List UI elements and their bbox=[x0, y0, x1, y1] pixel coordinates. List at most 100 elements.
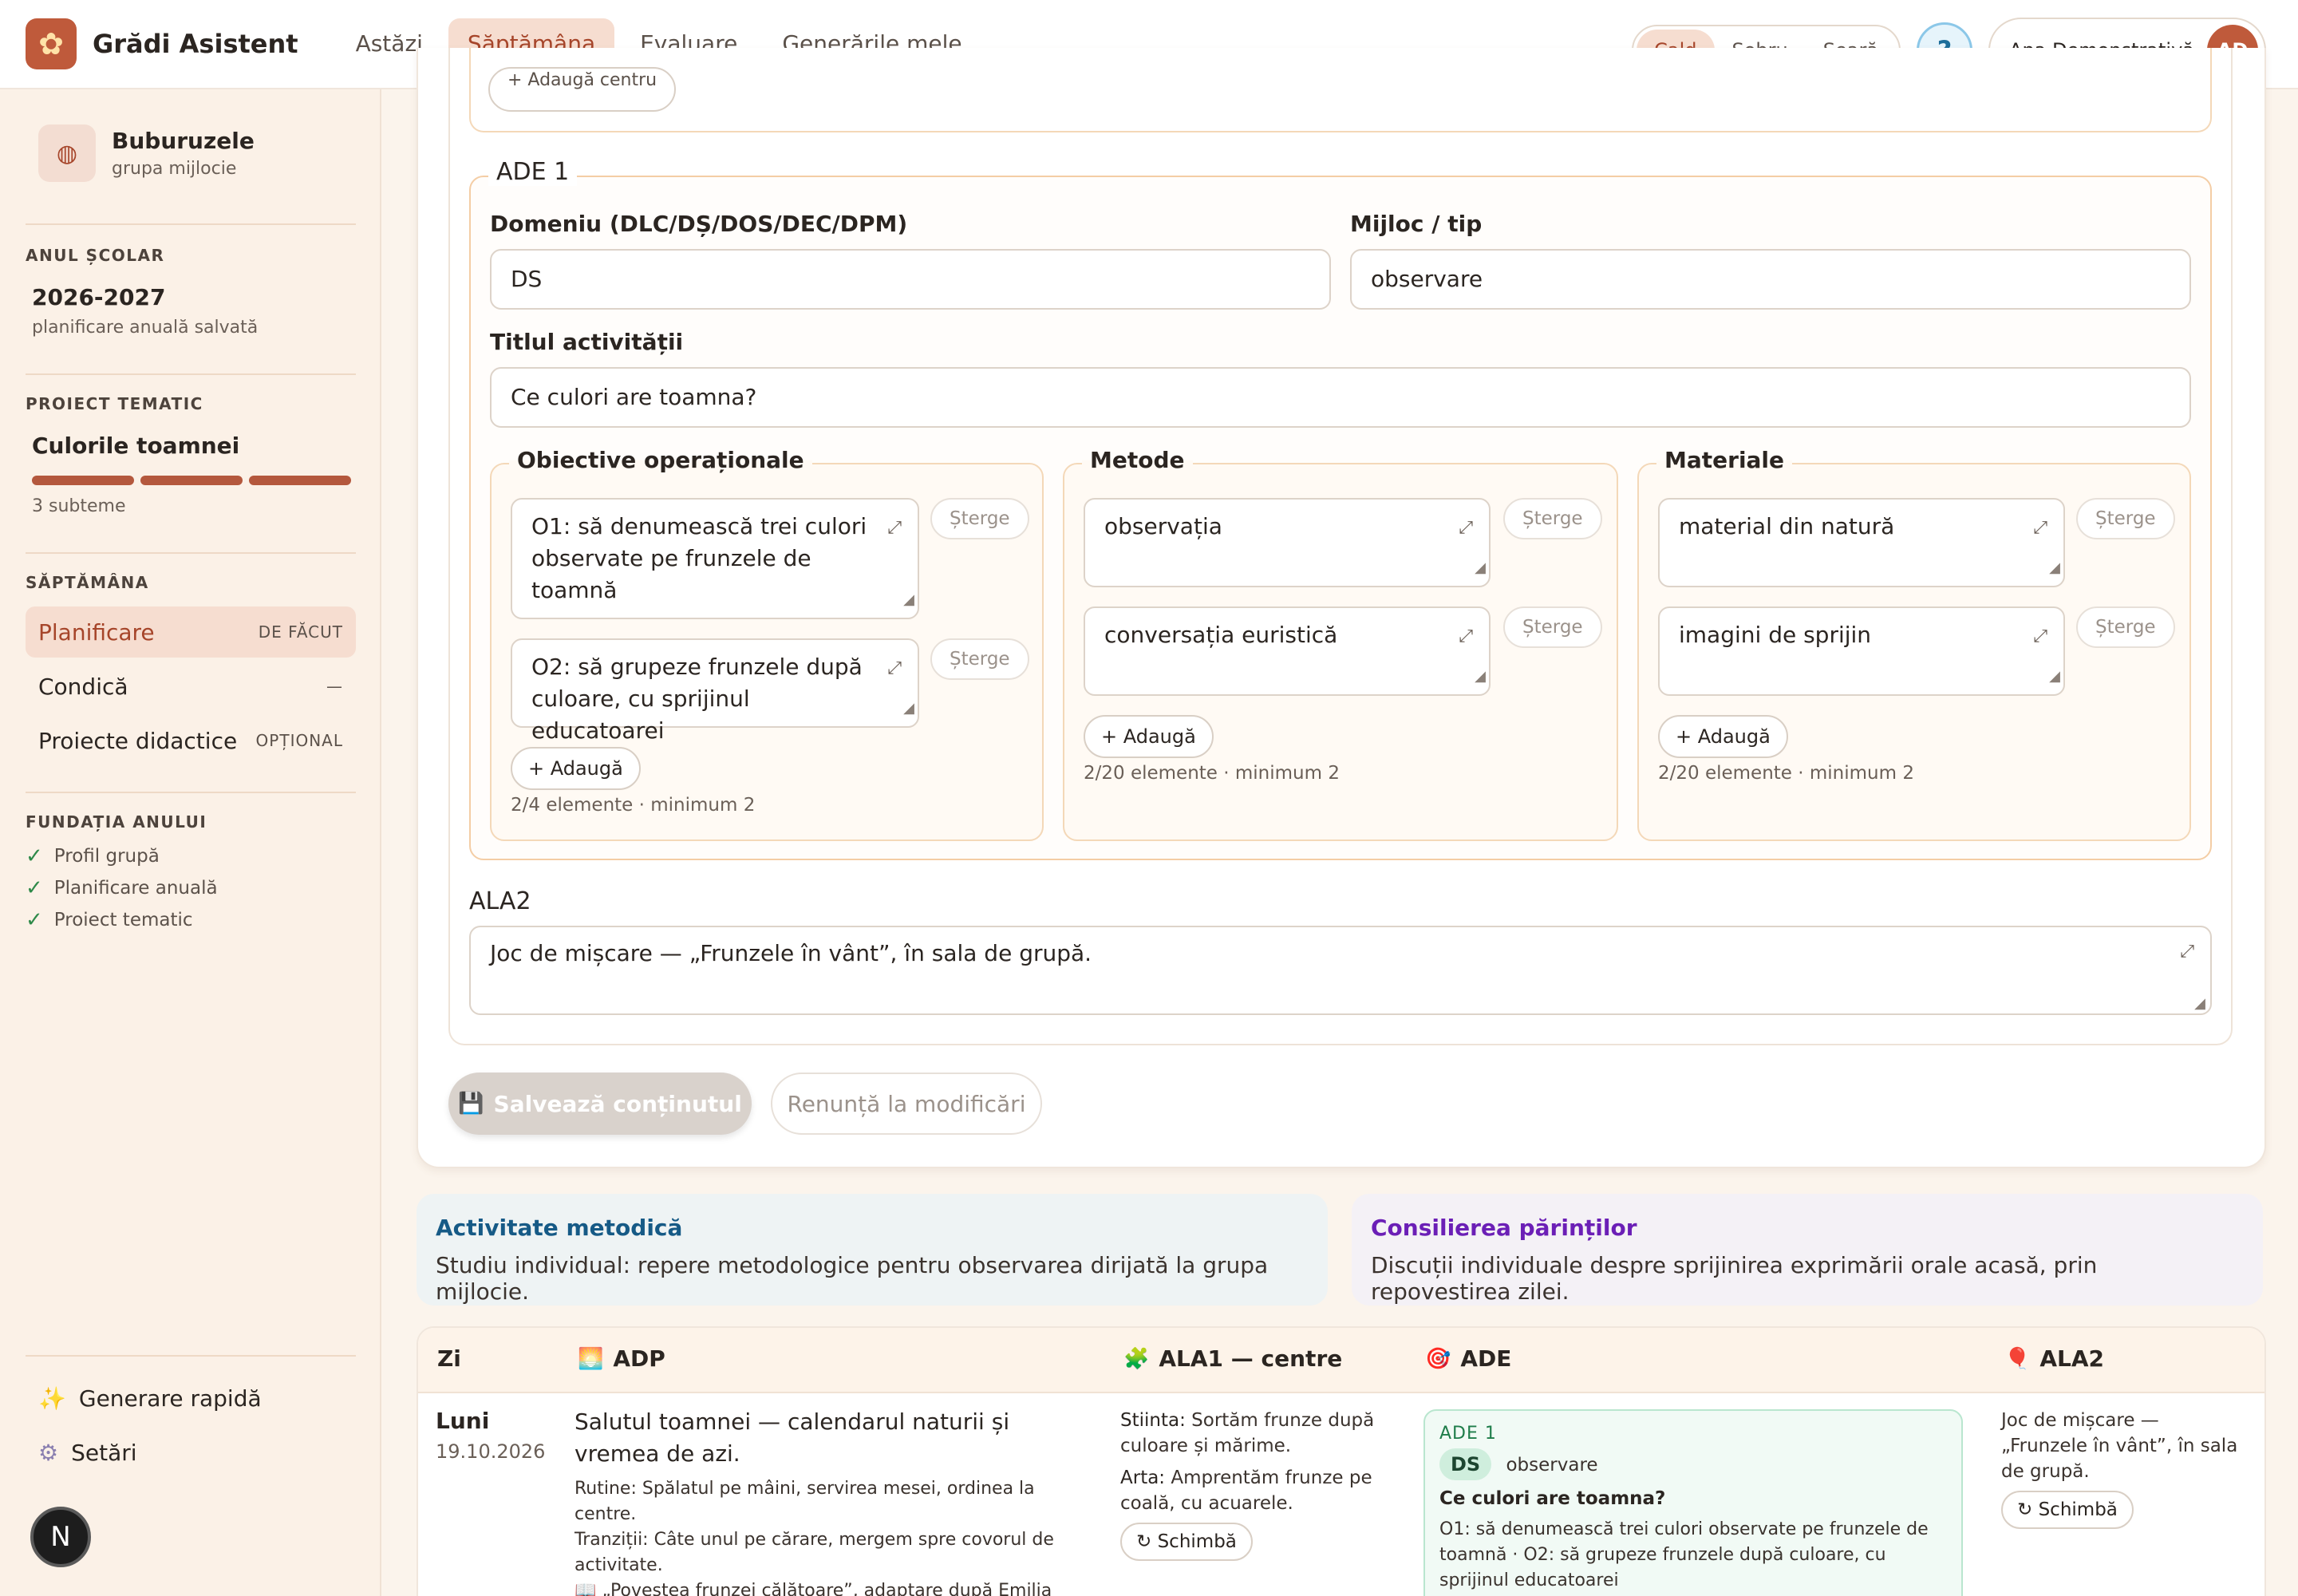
adp-cell[interactable]: Salutul toamnei — calendarul naturii și … bbox=[574, 1406, 1085, 1596]
expand-icon[interactable]: ⤢ bbox=[2033, 512, 2047, 544]
materials-label: Materiale bbox=[1656, 447, 1793, 473]
n-badge[interactable]: N bbox=[30, 1507, 91, 1567]
objective-input[interactable]: O1: să denumească trei culori observate … bbox=[511, 498, 919, 619]
balloon-icon: 🎈 bbox=[2004, 1346, 2031, 1371]
delete-button[interactable]: Șterge bbox=[930, 498, 1029, 539]
week-label: SĂPTĂMÂNA bbox=[26, 573, 149, 592]
delete-button[interactable]: Șterge bbox=[1503, 606, 1602, 648]
sidebar-item-log[interactable]: Condică — bbox=[26, 661, 356, 712]
sidebar-item-planning[interactable]: Planificare DE FĂCUT bbox=[26, 606, 356, 658]
means-input[interactable]: observare bbox=[1350, 249, 2191, 310]
settings-link[interactable]: ⚙ Setări bbox=[38, 1440, 137, 1466]
resize-handle-icon[interactable]: ◢ bbox=[2194, 995, 2205, 1012]
sidebar-item-didactic-projects[interactable]: Proiecte didactice OPȚIONAL bbox=[26, 715, 356, 766]
project-label: PROIECT TEMATIC bbox=[26, 394, 203, 413]
material-input[interactable]: material din natură ⤢ ◢ bbox=[1658, 498, 2065, 587]
title-input[interactable]: Ce culori are toamna? bbox=[490, 367, 2191, 428]
resize-handle-icon[interactable]: ◢ bbox=[2049, 661, 2060, 693]
school-year-note: planificare anuală salvată bbox=[32, 318, 259, 338]
foundation-item[interactable]: ✓ Profil grupă bbox=[26, 844, 160, 868]
objectives-label: Obiective operaționale bbox=[509, 447, 812, 473]
change-ala1-button[interactable]: ↻ Schimbă bbox=[1120, 1523, 1253, 1561]
col-label: Zi bbox=[437, 1345, 461, 1372]
project-name[interactable]: Culorile toamnei bbox=[32, 433, 239, 459]
expand-icon[interactable]: ⤢ bbox=[887, 512, 902, 544]
ade-legend: ADE 1 bbox=[488, 158, 578, 186]
ala1-cell: Stiinta: Sortăm frunze după culoare și m… bbox=[1120, 1408, 1384, 1561]
col-label: ALA1 — centre bbox=[1159, 1345, 1343, 1372]
domain-label: Domeniu (DLC/DȘ/DOS/DEC/DPM) bbox=[490, 211, 908, 237]
save-button[interactable]: 💾 Salvează conținutul bbox=[448, 1073, 752, 1135]
foundation-item[interactable]: ✓ Proiect tematic bbox=[26, 908, 193, 932]
ala2-text: Joc de mișcare — „Frunzele în vânt”, în … bbox=[490, 940, 1092, 966]
quick-generate-link[interactable]: ✨ Generare rapidă bbox=[38, 1385, 262, 1412]
brand[interactable]: ✿ Grădi Asistent bbox=[26, 18, 298, 69]
foundation-item-label: Profil grupă bbox=[53, 846, 160, 867]
resize-handle-icon[interactable]: ◢ bbox=[1475, 661, 1486, 693]
delete-button[interactable]: Șterge bbox=[2076, 606, 2175, 648]
resize-handle-icon[interactable]: ◢ bbox=[903, 584, 914, 616]
resize-handle-icon[interactable]: ◢ bbox=[1475, 552, 1486, 584]
delete-button[interactable]: Șterge bbox=[930, 638, 1029, 680]
target-icon: 🎯 bbox=[1425, 1346, 1451, 1371]
methods-count: 2/20 elemente · minimum 2 bbox=[1084, 763, 1340, 784]
ade-cell[interactable]: ADE 1 DS observare Ce culori are toamna?… bbox=[1423, 1409, 1963, 1596]
foundation-item[interactable]: ✓ Planificare anuală bbox=[26, 876, 218, 900]
method-input[interactable]: conversația euristică ⤢ ◢ bbox=[1084, 606, 1491, 696]
expand-icon[interactable]: ⤢ bbox=[2180, 942, 2194, 962]
col-adp: 🌅 ADP bbox=[578, 1345, 665, 1372]
centre-box bbox=[469, 48, 2212, 132]
check-icon: ✓ bbox=[26, 908, 43, 932]
foundation-item-label: Proiect tematic bbox=[53, 910, 193, 930]
table-header: Zi 🌅 ADP 🧩 ALA1 — centre 🎯 ADE 🎈 ALA2 bbox=[418, 1328, 2264, 1393]
delete-button[interactable]: Șterge bbox=[2076, 498, 2175, 539]
quick-generate-label: Generare rapidă bbox=[78, 1385, 262, 1412]
status-badge: OPȚIONAL bbox=[255, 731, 343, 750]
ala2-label: ALA2 bbox=[469, 887, 531, 915]
add-centre-button[interactable]: + Adaugă centru bbox=[488, 67, 677, 112]
col-label: ALA2 bbox=[2039, 1345, 2105, 1372]
delete-button[interactable]: Șterge bbox=[1503, 498, 1602, 539]
parents-text: Discuții individuale despre sprijinirea … bbox=[1371, 1252, 2098, 1305]
add-method-button[interactable]: + Adaugă bbox=[1084, 715, 1214, 758]
methods-label: Metode bbox=[1082, 447, 1193, 473]
material-text: imagini de sprijin bbox=[1679, 622, 1872, 648]
ade-objectives: O1: să denumească trei culori observate … bbox=[1439, 1519, 1929, 1590]
methodical-activity-card[interactable]: Activitate metodică Studiu individual: r… bbox=[417, 1194, 1328, 1306]
parent-counseling-card[interactable]: Consilierea părinților Discuții individu… bbox=[1352, 1194, 2263, 1306]
parents-title: Consilierea părinților bbox=[1371, 1215, 1637, 1241]
progress-segment bbox=[32, 476, 134, 485]
objective-input[interactable]: O2: să grupeze frunzele după culoare, cu… bbox=[511, 638, 919, 744]
sidebar-item-label: Proiecte didactice bbox=[38, 727, 238, 754]
day-cell: Luni 19.10.2026 bbox=[436, 1408, 545, 1463]
change-ala2-button[interactable]: ↻ Schimbă bbox=[2001, 1491, 2134, 1529]
expand-icon[interactable]: ⤢ bbox=[2033, 621, 2047, 653]
ala2-text: Joc de mișcare — „Frunzele în vânt”, în … bbox=[2001, 1410, 2238, 1482]
sidebar-item-label: Condică bbox=[38, 673, 128, 700]
ladybug-icon: ◍ bbox=[38, 124, 96, 182]
expand-icon[interactable]: ⤢ bbox=[1459, 512, 1473, 544]
add-objective-button[interactable]: + Adaugă bbox=[511, 747, 641, 790]
ala2-input[interactable]: Joc de mișcare — „Frunzele în vânt”, în … bbox=[469, 926, 2212, 1015]
ala1-centre: Stiinta: Sortăm frunze după culoare și m… bbox=[1120, 1408, 1384, 1459]
resize-handle-icon[interactable]: ◢ bbox=[903, 693, 914, 725]
material-text: material din natură bbox=[1679, 513, 1895, 539]
col-label: ADE bbox=[1460, 1345, 1512, 1372]
group-level: grupa mijlocie bbox=[112, 159, 237, 179]
add-material-button[interactable]: + Adaugă bbox=[1658, 715, 1788, 758]
methodical-title: Activitate metodică bbox=[436, 1215, 683, 1241]
domain-input[interactable]: DS bbox=[490, 249, 1331, 310]
project-progress bbox=[32, 476, 351, 485]
cancel-button[interactable]: Renunță la modificări bbox=[771, 1073, 1042, 1135]
sparkle-icon: ✨ bbox=[38, 1385, 66, 1412]
group-card[interactable]: ◍ Buburuzele grupa mijlocie bbox=[38, 124, 255, 182]
expand-icon[interactable]: ⤢ bbox=[887, 653, 902, 685]
school-year[interactable]: 2026-2027 bbox=[32, 284, 165, 310]
method-input[interactable]: observația ⤢ ◢ bbox=[1084, 498, 1491, 587]
material-input[interactable]: imagini de sprijin ⤢ ◢ bbox=[1658, 606, 2065, 696]
expand-icon[interactable]: ⤢ bbox=[1459, 621, 1473, 653]
resize-handle-icon[interactable]: ◢ bbox=[2049, 552, 2060, 584]
flower-logo-icon: ✿ bbox=[26, 18, 77, 69]
domain-badge: DS bbox=[1439, 1448, 1492, 1480]
ade-title: Ce culori are toamna? bbox=[1439, 1488, 1666, 1509]
